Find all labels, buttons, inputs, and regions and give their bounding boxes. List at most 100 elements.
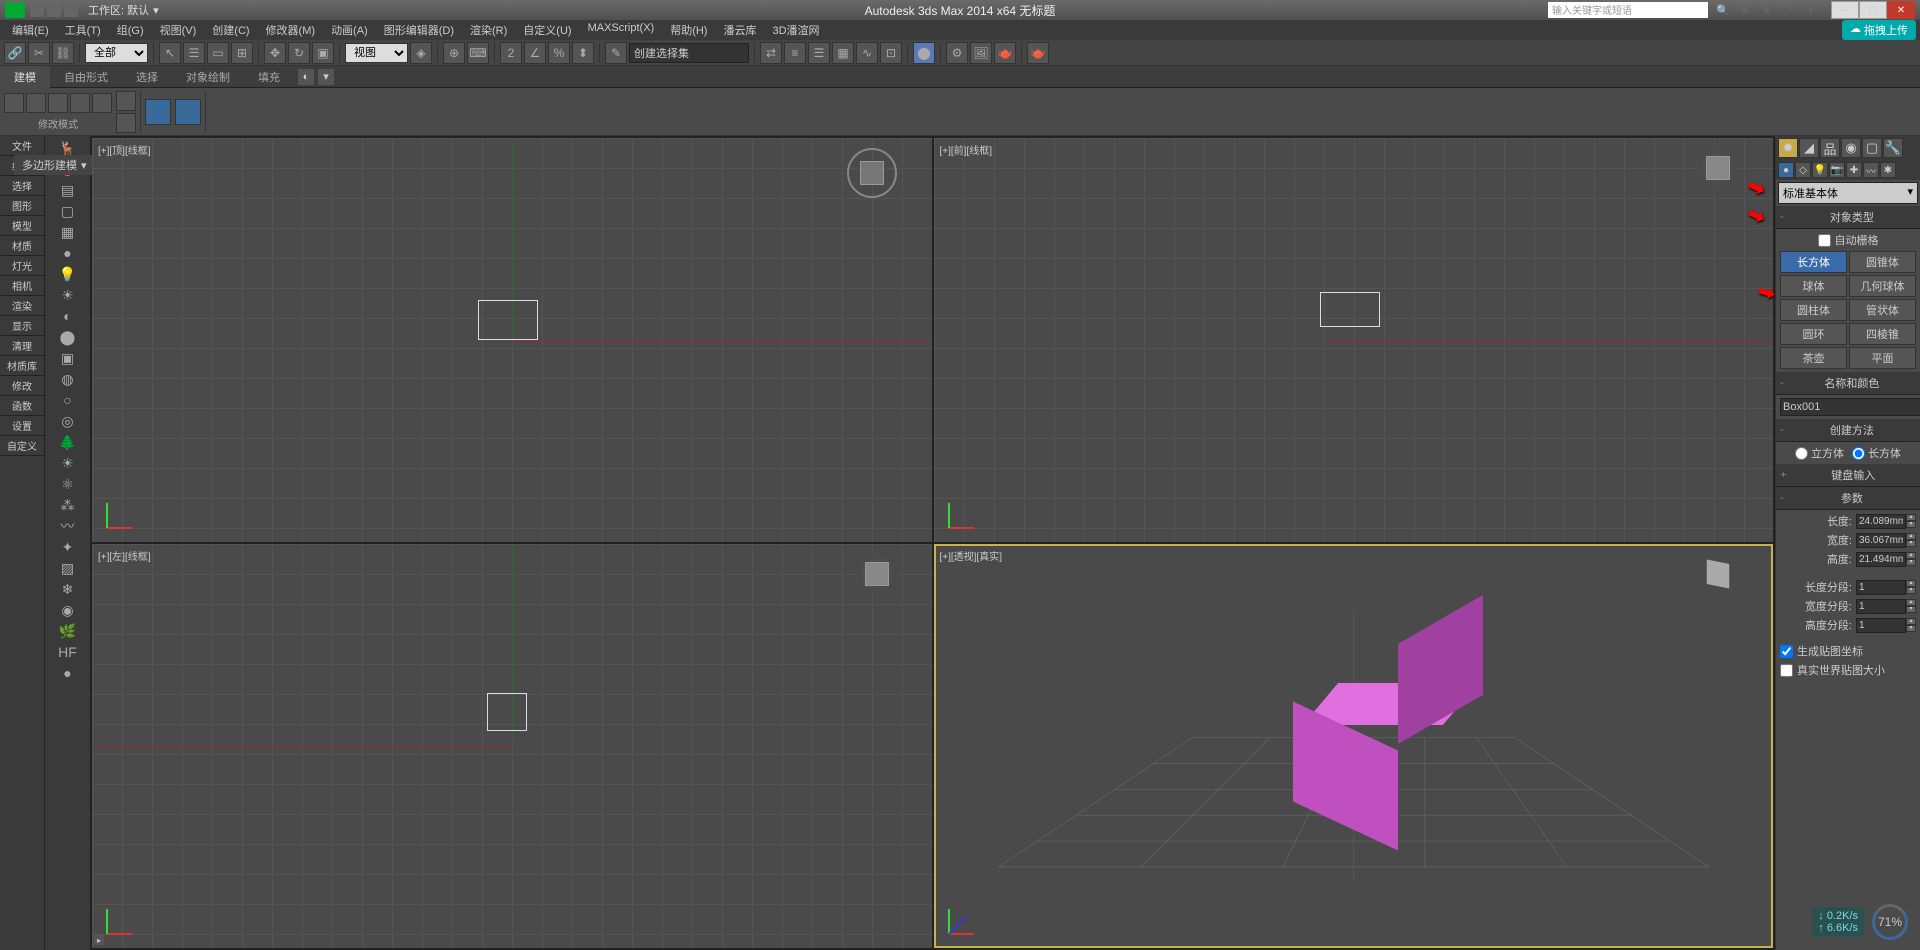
ribbon-preset-1-icon[interactable] xyxy=(145,99,171,125)
object-type-rollout[interactable]: -对象类型 xyxy=(1776,206,1920,229)
cube-radio[interactable]: 立方体 xyxy=(1795,445,1844,461)
shapes-subtab-icon[interactable]: ◇ xyxy=(1795,162,1811,178)
primitive-button[interactable]: 圆环 xyxy=(1780,323,1847,345)
cloth-icon[interactable]: ▨ xyxy=(56,558,80,578)
width-input[interactable] xyxy=(1856,533,1906,548)
category-dropdown[interactable]: 标准基本体▾ xyxy=(1778,182,1918,204)
circle-icon[interactable]: ○ xyxy=(56,390,80,410)
manipulate-icon[interactable]: ⊕ xyxy=(443,42,465,64)
modify-tab-icon[interactable]: ◢ xyxy=(1799,138,1819,158)
rotate-icon[interactable]: ↻ xyxy=(288,42,310,64)
snow-icon[interactable]: ❄ xyxy=(56,579,80,599)
edge-mode-icon[interactable] xyxy=(26,93,46,113)
object-name-input[interactable] xyxy=(1780,398,1920,416)
named-selection-input[interactable] xyxy=(629,43,749,63)
moon-icon[interactable]: ◐ xyxy=(56,306,80,326)
sidebar-tab[interactable]: 渲染 xyxy=(0,296,44,316)
favorite-icon[interactable]: ★ xyxy=(1757,2,1777,18)
ref-coord-dropdown[interactable]: 视图 xyxy=(345,43,408,63)
render-prod-icon[interactable]: 🫖 xyxy=(1027,42,1049,64)
box-mesh[interactable] xyxy=(1293,666,1433,836)
sidebar-tab[interactable]: 材质库 xyxy=(0,356,44,376)
create-tab-icon[interactable]: ✹ xyxy=(1778,138,1798,158)
sidebar-tab[interactable]: 显示 xyxy=(0,316,44,336)
menu-item[interactable]: 潘云库 xyxy=(715,20,764,40)
primitive-button[interactable]: 管状体 xyxy=(1849,299,1916,321)
selection-filter-dropdown[interactable]: 全部 xyxy=(85,43,148,63)
ribbon-tab[interactable]: 对象绘制 xyxy=(172,66,244,88)
lights-subtab-icon[interactable]: 💡 xyxy=(1812,162,1828,178)
select-name-icon[interactable]: ☰ xyxy=(183,42,205,64)
length-segs-input[interactable] xyxy=(1856,580,1906,595)
height-input[interactable] xyxy=(1856,552,1906,567)
sidebar-tab[interactable]: 修改 xyxy=(0,376,44,396)
minimize-button[interactable]: — xyxy=(1831,1,1859,19)
sidebar-tab[interactable]: 材质 xyxy=(0,236,44,256)
ribbon-tab[interactable]: 填充 xyxy=(244,66,294,88)
sidebar-tab[interactable]: 文件 xyxy=(0,136,44,156)
systems-subtab-icon[interactable]: ✱ xyxy=(1880,162,1896,178)
viewcube-icon[interactable] xyxy=(857,554,897,594)
vertex-mode-icon[interactable] xyxy=(4,93,24,113)
menu-item[interactable]: 视图(V) xyxy=(152,20,205,40)
menu-item[interactable]: 工具(T) xyxy=(57,20,109,40)
cube-icon[interactable]: ▣ xyxy=(56,348,80,368)
render-frame-icon[interactable]: 🖼 xyxy=(970,42,992,64)
workspace-selector[interactable]: 工作区: 默认 ▾ xyxy=(88,2,159,18)
parameters-rollout[interactable]: -参数 xyxy=(1776,487,1920,510)
menu-item[interactable]: 编辑(E) xyxy=(4,20,57,40)
menu-item[interactable]: 组(G) xyxy=(109,20,152,40)
sidebar-tab[interactable]: 模型 xyxy=(0,216,44,236)
box-radio[interactable]: 长方体 xyxy=(1852,445,1901,461)
named-sel-edit-icon[interactable]: ✎ xyxy=(605,42,627,64)
sidebar-tab[interactable]: 自定义 xyxy=(0,436,44,456)
spinner-up-icon[interactable]: ▴ xyxy=(1906,533,1916,540)
ribbon-tool-1-icon[interactable] xyxy=(116,91,136,111)
sidebar-tab[interactable]: 设置 xyxy=(0,416,44,436)
viewcube-icon[interactable] xyxy=(847,148,897,198)
helpers-subtab-icon[interactable]: ✚ xyxy=(1846,162,1862,178)
menu-item[interactable]: 创建(C) xyxy=(204,20,257,40)
window-crossing-icon[interactable]: ⊞ xyxy=(231,42,253,64)
spinner-up-icon[interactable]: ▴ xyxy=(1906,599,1916,606)
name-color-rollout[interactable]: -名称和颜色 xyxy=(1776,372,1920,395)
sidebar-tab[interactable]: 灯光 xyxy=(0,256,44,276)
render-icon[interactable]: 🫖 xyxy=(994,42,1016,64)
spinner-down-icon[interactable]: ▾ xyxy=(1906,521,1916,528)
viewport-perspective[interactable]: [+][透视][真实] xyxy=(934,544,1774,948)
grass-icon[interactable]: 🌿 xyxy=(56,621,80,641)
viewport-top[interactable]: [+][顶][线框] xyxy=(92,138,932,542)
curve-editor-icon[interactable]: ∿ xyxy=(856,42,878,64)
select-icon[interactable]: ↖ xyxy=(159,42,181,64)
material-editor-icon[interactable]: ⬤ xyxy=(913,42,935,64)
hf-icon[interactable]: HF xyxy=(56,642,80,662)
app-logo-icon[interactable] xyxy=(5,2,25,18)
ribbon-toggle-icon[interactable]: ▦ xyxy=(832,42,854,64)
layers-icon[interactable]: ▤ xyxy=(56,180,80,200)
link-icon[interactable]: 🔗 xyxy=(4,42,26,64)
primitive-button[interactable]: 平面 xyxy=(1849,347,1916,369)
geometry-subtab-icon[interactable]: ● xyxy=(1778,162,1794,178)
spinner-down-icon[interactable]: ▾ xyxy=(1906,540,1916,547)
search-icon[interactable]: 🔍 xyxy=(1713,2,1733,18)
ribbon-minimize-icon[interactable]: ◐ xyxy=(298,69,314,85)
width-segs-input[interactable] xyxy=(1856,599,1906,614)
snap-2d-icon[interactable]: 2 xyxy=(500,42,522,64)
blob-icon[interactable]: ◉ xyxy=(56,600,80,620)
sphere-icon[interactable]: ● xyxy=(56,243,80,263)
sun-icon[interactable]: ☀ xyxy=(56,453,80,473)
element-mode-icon[interactable] xyxy=(92,93,112,113)
primitive-button[interactable]: 长方体 xyxy=(1780,251,1847,273)
cloud-upload-button[interactable]: ☁ 拖拽上传 xyxy=(1842,20,1916,40)
layers-icon[interactable]: ☰ xyxy=(808,42,830,64)
spinner-snap-icon[interactable]: ⬍ xyxy=(572,42,594,64)
keyboard-entry-rollout[interactable]: +键盘输入 xyxy=(1776,464,1920,487)
spinner-down-icon[interactable]: ▾ xyxy=(1906,559,1916,566)
spinner-up-icon[interactable]: ▴ xyxy=(1906,552,1916,559)
sidebar-collapse-icon[interactable]: ▸ xyxy=(94,935,104,945)
stone-icon[interactable]: ● xyxy=(56,663,80,683)
cameras-subtab-icon[interactable]: 📷 xyxy=(1829,162,1845,178)
bind-icon[interactable]: ⛓ xyxy=(52,42,74,64)
spacewarps-subtab-icon[interactable]: 〰 xyxy=(1863,162,1879,178)
polygon-mode-icon[interactable] xyxy=(70,93,90,113)
